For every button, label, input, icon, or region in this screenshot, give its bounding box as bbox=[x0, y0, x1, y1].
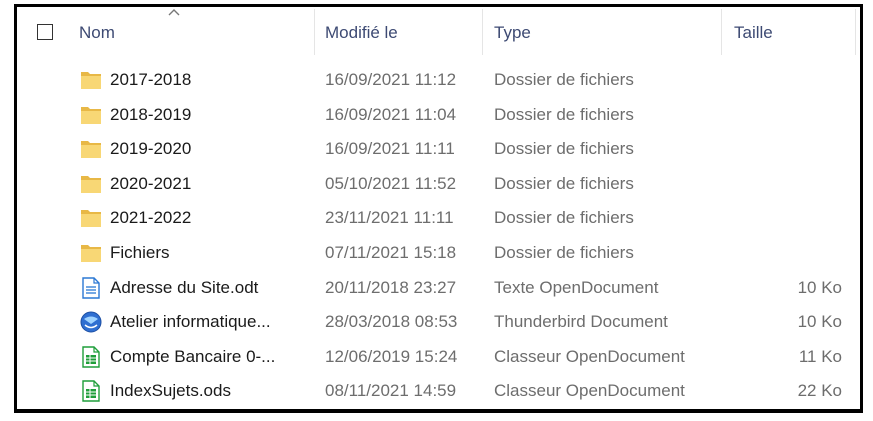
file-type: Dossier de fichiers bbox=[494, 139, 634, 159]
file-row[interactable]: 2017-2018 16/09/2021 11:12 Dossier de fich… bbox=[17, 63, 860, 97]
file-modified-date: 16/09/2021 11:11 bbox=[325, 139, 455, 159]
column-header-name[interactable]: Nom bbox=[17, 7, 314, 57]
file-size: 11 Ko bbox=[798, 346, 842, 366]
folder-icon bbox=[81, 106, 101, 124]
folder-icon bbox=[81, 210, 101, 228]
folder-icon bbox=[81, 175, 101, 193]
spreadsheet-icon bbox=[82, 346, 100, 368]
file-type: Classeur OpenDocument bbox=[494, 381, 685, 401]
file-type: Classeur OpenDocument bbox=[494, 346, 685, 366]
thunderbird-icon bbox=[80, 311, 102, 333]
file-row[interactable]: Fichiers 07/11/2021 15:18 Dossier de fichi… bbox=[17, 236, 860, 270]
file-modified-date: 16/09/2021 11:12 bbox=[325, 70, 457, 89]
column-header-modified[interactable]: Modifié le bbox=[315, 7, 482, 57]
file-row[interactable]: IndexSujets.ods 08/11/2021 14:59 Classeur … bbox=[17, 374, 860, 408]
file-type: Thunderbird Document bbox=[494, 312, 668, 332]
column-header-type[interactable]: Type bbox=[483, 7, 721, 57]
file-name: IndexSujets.ods bbox=[110, 381, 231, 401]
file-row[interactable]: 2018-2019 16/09/2021 11:04 Dossier de fich… bbox=[17, 98, 860, 132]
file-name: 2021-2022 bbox=[110, 208, 192, 228]
column-type-label: Type bbox=[494, 23, 531, 42]
file-type: Texte OpenDocument bbox=[494, 277, 659, 297]
text-document-icon bbox=[82, 276, 100, 299]
column-modified-label: Modifié le bbox=[325, 23, 398, 42]
file-type: Dossier de fichiers bbox=[494, 173, 634, 193]
file-row[interactable]: Compte Bancaire 0-... 12/06/2019 15:24 Cla… bbox=[17, 340, 860, 374]
file-name: 2018-2019 bbox=[110, 104, 192, 124]
file-row[interactable]: 2020-2021 05/10/2021 11:52 Dossier de fich… bbox=[17, 167, 860, 201]
file-name: 2019-2020 bbox=[110, 139, 192, 159]
file-modified-date: 28/03/2018 08:53 bbox=[325, 312, 458, 332]
file-modified-date: 08/11/2021 14:59 bbox=[325, 381, 457, 401]
file-modified-date: 07/11/2021 15:18 bbox=[325, 243, 457, 262]
file-name: Atelier informatique... bbox=[110, 312, 271, 332]
file-size: 10 Ko bbox=[797, 312, 842, 332]
file-row[interactable]: Adresse du Site.odt 20/11/2018 23:27 Texte… bbox=[17, 271, 860, 305]
folder-icon bbox=[81, 245, 101, 262]
column-header-bar: Nom Modifié le Type Taille bbox=[17, 7, 860, 57]
file-size: 22 Ko bbox=[797, 381, 842, 401]
select-all-checkbox[interactable] bbox=[37, 24, 53, 40]
file-type: Dossier de fichiers bbox=[494, 70, 634, 89]
column-size-label: Taille bbox=[734, 23, 773, 42]
column-divider[interactable] bbox=[855, 9, 856, 55]
file-modified-date: 05/10/2021 11:52 bbox=[325, 173, 457, 193]
file-name: Compte Bancaire 0-... bbox=[110, 346, 276, 366]
column-name-label: Nom bbox=[79, 23, 115, 42]
file-modified-date: 16/09/2021 11:04 bbox=[325, 104, 457, 124]
file-row[interactable]: 2021-2022 23/11/2021 11:11 Dossier de fich… bbox=[17, 201, 860, 235]
file-modified-date: 20/11/2018 23:27 bbox=[325, 277, 457, 297]
file-row[interactable]: 2019-2020 16/09/2021 11:11 Dossier de fich… bbox=[17, 132, 860, 166]
file-type: Dossier de fichiers bbox=[494, 243, 634, 262]
folder-icon bbox=[81, 72, 101, 89]
file-name: Adresse du Site.odt bbox=[110, 277, 259, 297]
file-list-window: Nom Modifié le Type Taille 2017-2018 16/0… bbox=[14, 4, 863, 413]
file-type: Dossier de fichiers bbox=[494, 208, 634, 228]
file-name: 2017-2018 bbox=[110, 70, 192, 89]
file-type: Dossier de fichiers bbox=[494, 104, 634, 124]
file-modified-date: 23/11/2021 11:11 bbox=[325, 208, 454, 228]
spreadsheet-icon bbox=[82, 380, 100, 403]
file-modified-date: 12/06/2019 15:24 bbox=[325, 346, 458, 366]
column-header-size[interactable]: Taille bbox=[722, 7, 855, 57]
sort-ascending-icon bbox=[168, 9, 180, 16]
file-name: 2020-2021 bbox=[110, 173, 192, 193]
folder-icon bbox=[81, 141, 101, 159]
file-row[interactable]: Atelier informatique... 28/03/2018 08:53 T… bbox=[17, 305, 860, 339]
file-name: Fichiers bbox=[110, 243, 170, 262]
file-size: 10 Ko bbox=[797, 277, 842, 297]
